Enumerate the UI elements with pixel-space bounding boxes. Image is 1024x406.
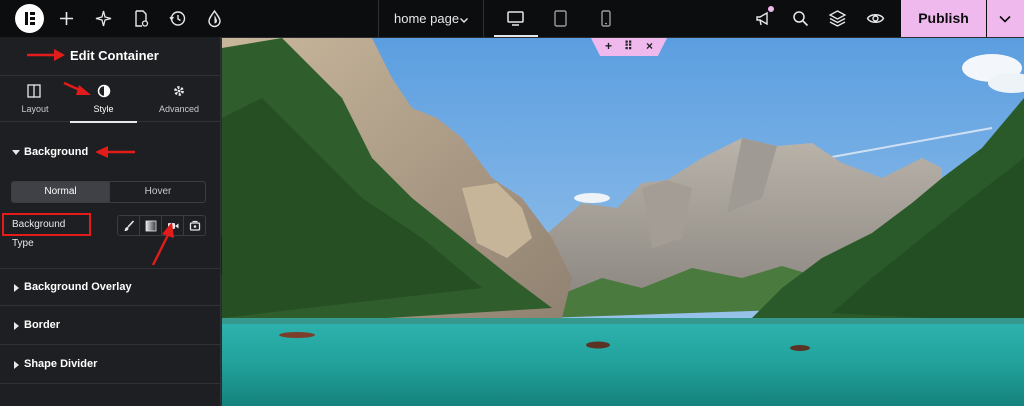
state-toggle: Normal Hover [11, 181, 206, 203]
editor-panel: Edit Container Layout Style Advanced Bac… [0, 37, 221, 406]
layout-icon [27, 84, 41, 98]
chevron-down-icon [999, 15, 1011, 23]
notification-dot [768, 6, 774, 12]
state-normal-tab[interactable]: Normal [12, 182, 109, 202]
search-icon[interactable] [791, 9, 810, 28]
sparkle-icon[interactable] [94, 9, 113, 28]
chevron-down-icon [459, 12, 469, 30]
section-border-label: Border [24, 319, 61, 331]
caret-right-icon [14, 284, 19, 292]
history-icon[interactable] [168, 9, 187, 28]
background-type-label: Background Type [2, 213, 91, 249]
device-mobile-icon[interactable] [584, 0, 628, 37]
device-desktop-icon[interactable] [494, 0, 538, 37]
section-border[interactable]: Border [0, 307, 221, 345]
classic-brush-icon[interactable] [118, 216, 140, 235]
caret-right-icon [14, 322, 19, 330]
annotation-arrow [27, 49, 65, 61]
style-icon [97, 84, 111, 98]
gear-icon [174, 86, 184, 96]
top-bar: home page Publish [0, 0, 1024, 37]
section-background-overlay[interactable]: Background Overlay [0, 268, 221, 306]
tab-advanced-label: Advanced [158, 104, 200, 114]
tab-style-label: Style [93, 104, 114, 114]
caret-down-icon [12, 150, 20, 155]
page-selector[interactable]: home page [378, 0, 484, 37]
container-background-image [222, 38, 1024, 406]
drag-handle-icon[interactable]: ⠿ [624, 39, 633, 53]
elementor-logo[interactable] [15, 4, 44, 33]
section-shape-divider[interactable]: Shape Divider [0, 346, 221, 384]
annotation-arrow [95, 146, 135, 158]
page-name: home page [394, 11, 460, 26]
tab-layout[interactable]: Layout [0, 76, 70, 122]
preview-icon[interactable] [866, 9, 885, 28]
caret-right-icon [14, 361, 19, 369]
annotation-arrow [151, 222, 174, 266]
theme-style-icon[interactable] [205, 9, 224, 28]
section-background-overlay-label: Background Overlay [24, 281, 132, 293]
tab-layout-label: Layout [21, 104, 49, 114]
publish-button[interactable]: Publish [901, 0, 986, 37]
structure-icon[interactable] [828, 9, 847, 28]
preview-canvas[interactable] [222, 38, 1024, 406]
device-tablet-icon[interactable] [539, 0, 583, 37]
close-icon[interactable]: × [646, 39, 653, 53]
annotation-arrow [63, 81, 91, 95]
slideshow-icon[interactable] [184, 216, 206, 235]
section-shape-divider-label: Shape Divider [24, 358, 98, 370]
panel-tabs: Layout Style Advanced [0, 75, 221, 123]
add-icon[interactable] [57, 9, 76, 28]
container-handle[interactable]: + ⠿ × [591, 38, 667, 56]
state-hover-tab[interactable]: Hover [109, 182, 205, 202]
add-icon[interactable]: + [605, 39, 612, 53]
page-settings-icon[interactable] [131, 9, 150, 28]
section-background-label: Background [24, 146, 89, 158]
panel-title-text: Edit Container [70, 48, 159, 63]
tab-advanced[interactable]: Advanced [144, 76, 214, 122]
publish-options-button[interactable] [987, 0, 1024, 37]
